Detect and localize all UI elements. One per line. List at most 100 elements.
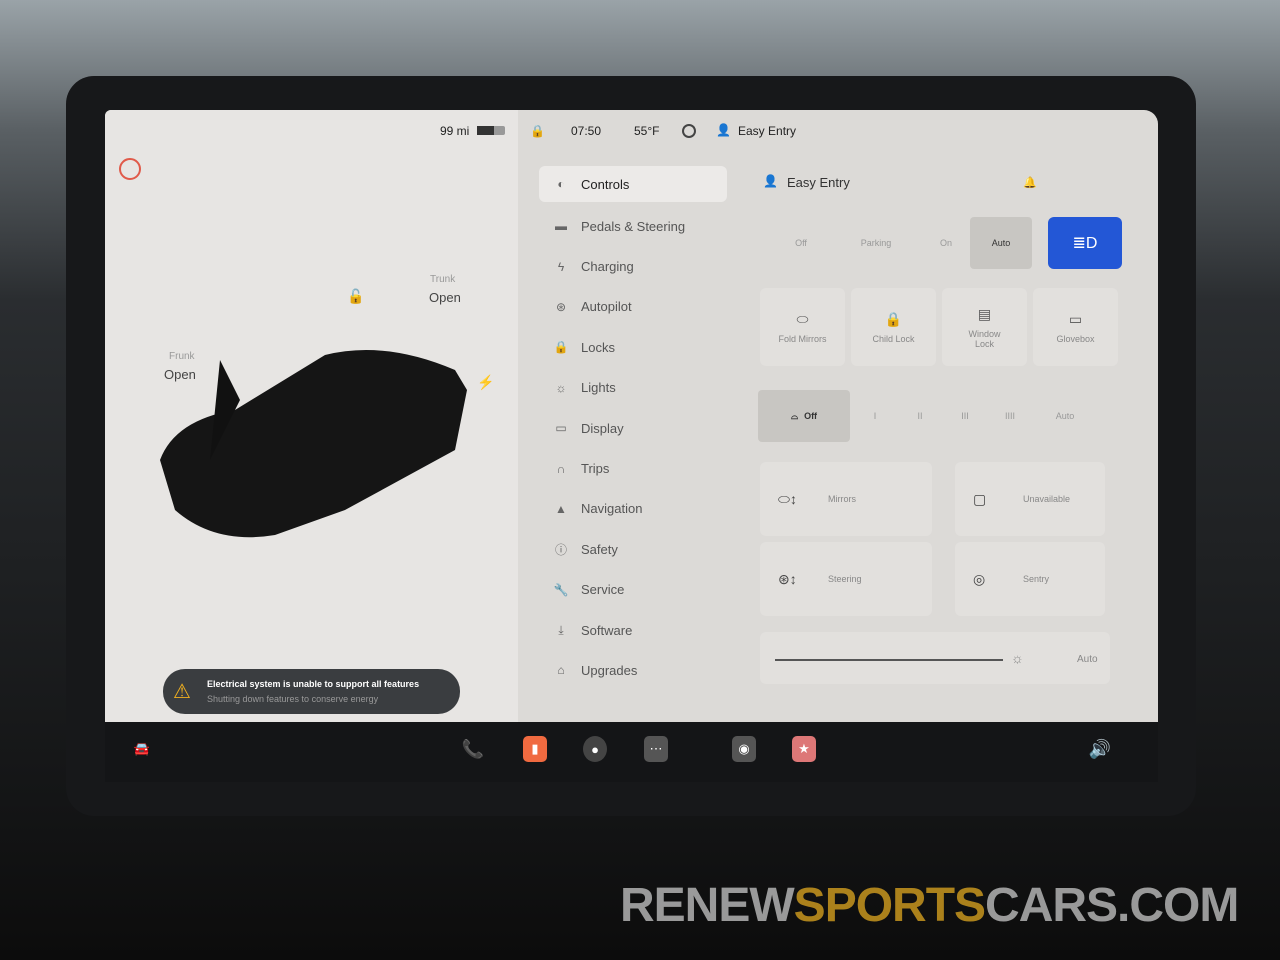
brightness-panel	[760, 632, 1110, 684]
menu-item-software[interactable]: ⤓ Software	[539, 610, 727, 650]
car-icon: ▬	[555, 219, 567, 234]
profile-header-icon: 👤	[763, 174, 778, 188]
wiper-4-button[interactable]: IIII	[990, 390, 1030, 442]
dashcam-app-icon[interactable]: ◉	[732, 736, 756, 762]
menu-item-pedals-steering[interactable]: ▬ Pedals & Steering	[539, 206, 727, 246]
download-icon: ⤓	[558, 622, 564, 637]
menu-item-label: Safety	[581, 541, 618, 557]
display-icon: ▭	[555, 421, 567, 436]
battery-icon	[477, 126, 505, 135]
lock-status-icon[interactable]: 🔓	[347, 288, 364, 305]
unavailable-icon: ▢	[973, 490, 987, 507]
navigation-icon: ▲	[555, 501, 567, 516]
menu-item-display[interactable]: ▭ Display	[539, 408, 727, 448]
fold-mirrors-icon: ⬭	[796, 310, 809, 327]
alert-banner[interactable]: ⚠ Electrical system is unable to support…	[163, 669, 460, 714]
steering-icon: ⊛↕	[778, 570, 797, 587]
menu-item-controls[interactable]: ◐ Controls	[539, 166, 727, 202]
profile-name[interactable]: Easy Entry	[738, 124, 796, 138]
child-lock-icon: 🔒	[884, 310, 903, 327]
info-icon: ⓘ	[554, 542, 567, 557]
temperature: 55°F	[634, 124, 660, 138]
car-panel: 🔓 Trunk Open Frunk Open ⚡ 99 mi ⚠ Electr…	[105, 110, 518, 722]
menu-item-label: Trips	[581, 461, 610, 477]
toybox-app-icon[interactable]: ★	[792, 736, 816, 762]
wiper-2-button[interactable]: II	[900, 390, 940, 442]
menu-item-trips[interactable]: ∩ Trips	[539, 448, 727, 488]
menu-item-lights[interactable]: ☼ Lights	[539, 368, 727, 408]
controls-profile-name[interactable]: Easy Entry	[787, 175, 850, 190]
menu-item-label: Controls	[581, 176, 630, 192]
headlight-on-button[interactable]: On	[915, 217, 977, 269]
alert-title: Electrical system is unable to support a…	[207, 679, 420, 689]
bell-icon[interactable]: 🔔	[1023, 176, 1037, 189]
menu-item-locks[interactable]: 🔒 Locks	[539, 327, 727, 367]
headlight-off-button[interactable]: Off	[770, 217, 832, 269]
volume-icon[interactable]: 🔊	[1088, 736, 1112, 762]
trips-icon: ∩	[556, 461, 566, 476]
car-icon[interactable]: 🚘	[130, 736, 154, 762]
bag-icon: ⌂	[557, 663, 565, 678]
child-lock-button[interactable]: 🔒 Child Lock	[851, 288, 936, 366]
unavailable-button[interactable]: ▢ Unavailable	[955, 462, 1105, 536]
menu-item-safety[interactable]: ⓘ Safety	[539, 529, 727, 569]
menu-item-navigation[interactable]: ▲ Navigation	[539, 489, 727, 529]
touchscreen: 🔓 Trunk Open Frunk Open ⚡ 99 mi ⚠ Electr…	[105, 110, 1158, 722]
brightness-slider[interactable]	[775, 659, 1003, 661]
steering-wheel-icon: ⊛	[555, 299, 567, 314]
menu-item-label: Software	[581, 622, 633, 638]
sentry-button[interactable]: ◎ Sentry	[955, 542, 1105, 616]
toggle-icon: ◐	[557, 177, 565, 191]
headlight-parking-button[interactable]: Parking	[845, 217, 907, 269]
settings-menu: ◐ Controls ▬ Pedals & Steering ϟ Charging ⊛ Aut…	[539, 166, 727, 691]
glovebox-button[interactable]: ▭ Glovebox	[1033, 288, 1118, 366]
watermark: RENEWSPORTSCARS.COM	[620, 879, 1239, 932]
wiper-5-button[interactable]: Auto	[1045, 390, 1085, 442]
airbag-icon	[119, 158, 141, 180]
menu-item-label: Navigation	[581, 501, 643, 517]
menu-item-label: Locks	[581, 339, 615, 355]
brightness-icon: ☼	[1011, 650, 1024, 666]
sentry-icon[interactable]	[682, 124, 696, 138]
sun-icon: ☼	[555, 380, 567, 395]
taskbar: 🚘 📞 ▮ ● ⋯ ◉ ★ 🔊	[105, 722, 1158, 782]
charge-port-icon[interactable]: ⚡	[477, 374, 494, 391]
fold-mirrors-button[interactable]: ⬭ Fold Mirrors	[760, 288, 845, 366]
menu-item-label: Upgrades	[581, 662, 638, 678]
camera-app-icon[interactable]: ●	[583, 736, 607, 762]
brightness-auto-button[interactable]: Auto	[1077, 654, 1098, 665]
media-app-icon[interactable]: ▮	[523, 736, 547, 762]
profile-icon[interactable]: 👤	[716, 123, 731, 137]
trunk-open-button[interactable]: Open	[429, 290, 461, 305]
wiper-3-button[interactable]: III	[945, 390, 985, 442]
wrench-icon: 🔧	[553, 582, 569, 597]
menu-item-label: Lights	[581, 380, 616, 396]
menu-item-label: Pedals & Steering	[581, 218, 686, 234]
more-apps-icon[interactable]: ⋯	[644, 736, 668, 762]
mirrors-button[interactable]: ⬭↕ Mirrors	[760, 462, 932, 536]
wiper-1-button[interactable]: I	[855, 390, 895, 442]
window-lock-button[interactable]: ▤ Window Lock	[942, 288, 1027, 366]
lock-icon: 🔒	[553, 340, 569, 355]
headlight-auto-button[interactable]: Auto	[970, 217, 1032, 269]
lock-icon[interactable]: 🔒	[530, 124, 545, 138]
wiper-icon: ⌓	[790, 410, 799, 421]
menu-item-charging[interactable]: ϟ Charging	[539, 246, 727, 286]
warning-icon: ⚠	[173, 681, 191, 703]
menu-item-service[interactable]: 🔧 Service	[539, 570, 727, 610]
menu-item-label: Charging	[581, 259, 634, 275]
sentry-icon: ◎	[973, 570, 986, 587]
car-image	[160, 350, 467, 538]
window-lock-icon: ▤	[977, 305, 992, 322]
alert-subtitle: Shutting down features to conserve energ…	[207, 694, 379, 704]
menu-item-autopilot[interactable]: ⊛ Autopilot	[539, 287, 727, 327]
menu-item-upgrades[interactable]: ⌂ Upgrades	[539, 650, 727, 690]
steering-button[interactable]: ⊛↕ Steering	[760, 542, 932, 616]
glovebox-icon: ▭	[1068, 310, 1083, 327]
auto-high-beam-button[interactable]: ≣D	[1048, 217, 1122, 269]
wiper-0-button[interactable]: ⌓ Off	[758, 390, 850, 442]
phone-icon[interactable]: 📞	[461, 736, 485, 762]
bolt-icon: ϟ	[557, 259, 565, 274]
mirrors-icon: ⬭↕	[778, 490, 797, 507]
menu-item-label: Autopilot	[581, 299, 632, 315]
